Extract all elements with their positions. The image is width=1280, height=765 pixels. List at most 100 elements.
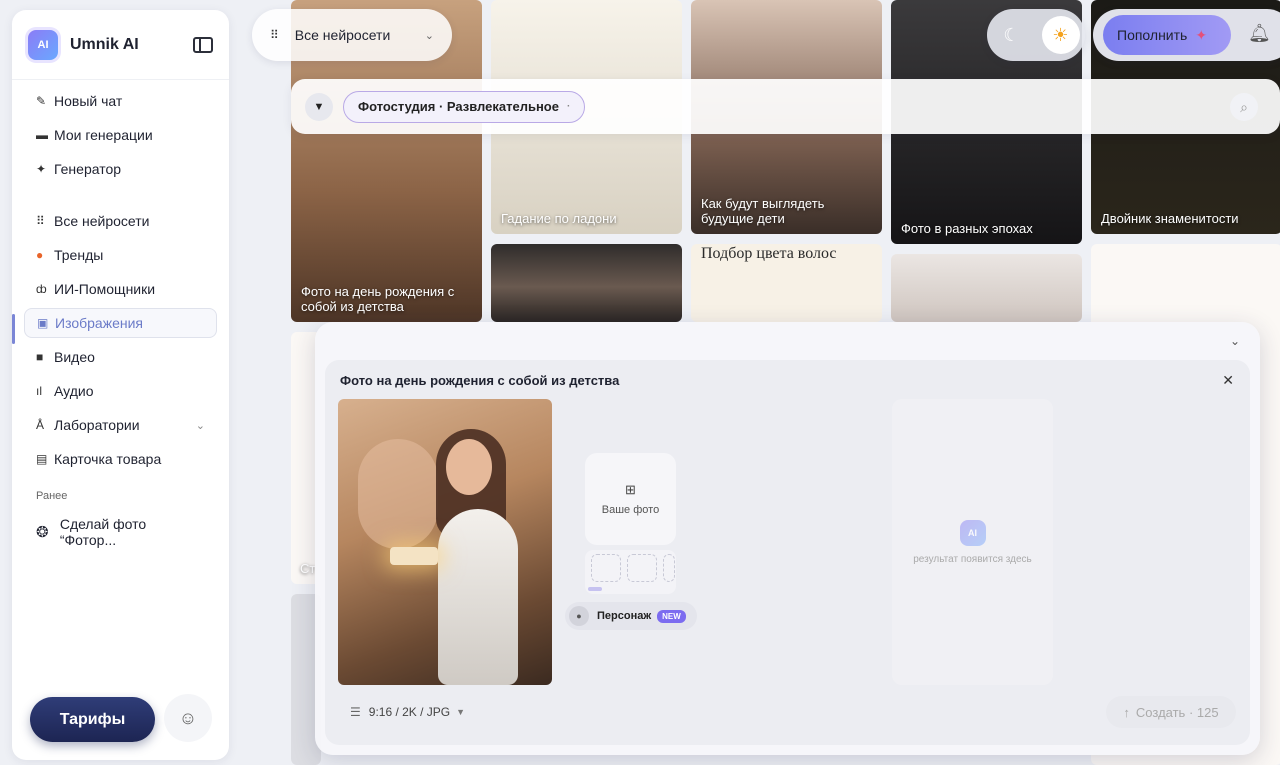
result-placeholder-text: результат появится здесь (913, 553, 1032, 565)
audio-wave-icon: ıl (36, 384, 42, 398)
pencil-icon: ✎ (36, 94, 47, 108)
nav-audio[interactable]: ıl Аудио (24, 376, 217, 406)
result-placeholder: AI результат появится здесь (892, 399, 1053, 685)
upload-photo-button[interactable]: ⊞ Ваше фото (585, 453, 676, 545)
user-icon: ☺ (178, 707, 198, 728)
fire-icon: ● (36, 248, 44, 262)
upload-label: Ваше фото (601, 504, 660, 516)
nav-label: Карточка товара (54, 451, 162, 467)
filter-bar: ▼ Фотостудия · Развлекательное · ⌕ (291, 79, 1280, 134)
output-settings-dropdown[interactable]: ☰ 9:16 / 2K / JPG ▼ (350, 705, 465, 719)
primary-nav: ✎ Новый чат ▬ Мои генерации ✦ Генератор … (12, 86, 229, 474)
logo-icon: AI (28, 29, 58, 60)
bell-icon[interactable]: 🔔︎ (1248, 23, 1271, 44)
create-label: Создать · 125 (1135, 704, 1219, 720)
robot-icon: ȸ (36, 282, 47, 296)
gallery-card[interactable] (491, 244, 682, 322)
preview-dress (438, 509, 518, 685)
nav-divider (24, 188, 217, 202)
ai-logo-icon: AI (959, 519, 986, 546)
nav-generator[interactable]: ✦ Генератор (24, 154, 217, 184)
card-caption: Ст (300, 561, 316, 576)
generation-panel: ⌄ Фото на день рождения с собой из детст… (315, 322, 1260, 755)
nav-label: ИИ-Помощники (54, 281, 156, 297)
gallery-card[interactable]: Подбор цвета волос (691, 244, 882, 322)
sparkle-icon: ✦ (1195, 26, 1208, 43)
topup-button[interactable]: Пополнить ✦ (1103, 15, 1231, 55)
user-icon: ● (569, 606, 589, 626)
recent-chat-item[interactable]: ❂ Сделай фото “Фотор... (12, 516, 229, 548)
output-settings-value: 9:16 / 2K / JPG (368, 705, 451, 719)
card-caption: Фото в разных эпохах (901, 221, 1033, 236)
search-icon: ⌕ (1240, 98, 1248, 115)
recent-chat-label: Сделай фото “Фотор... (59, 516, 147, 548)
example-preview-image (338, 399, 552, 685)
persona-label: Персонаж (597, 610, 652, 622)
profile-button[interactable]: ☺ (164, 694, 212, 742)
nav-label: Генератор (54, 161, 122, 177)
recent-section-title: Ранее (36, 490, 68, 502)
chevron-down-icon: ⌄ (195, 419, 205, 432)
openai-icon: ❂ (36, 524, 49, 541)
grid-icon: ⠿ (36, 214, 45, 228)
nav-labs[interactable]: Å Лаборатории ⌄ (24, 410, 217, 440)
dialog-title: Фото на день рождения с собой из детства (340, 373, 620, 388)
photo-slot[interactable] (627, 554, 657, 582)
photo-slot[interactable] (591, 554, 621, 582)
nav-images[interactable]: ▣ Изображения (24, 308, 217, 338)
preview-face (446, 439, 492, 495)
sparkle-icon: ✦ (36, 162, 47, 176)
theme-toggle[interactable]: ☾ ☀ (987, 9, 1085, 61)
generation-dialog: Фото на день рождения с собой из детства… (325, 360, 1250, 745)
folder-icon: ▬ (36, 128, 48, 142)
model-selector-label: Все нейросети (294, 27, 391, 43)
nav-new-chat[interactable]: ✎ Новый чат (24, 86, 217, 116)
nav-label: Видео (54, 349, 95, 365)
slot-scroll-indicator (588, 587, 602, 591)
card-icon: ▤ (36, 452, 48, 466)
sun-icon[interactable]: ☀ (1041, 16, 1080, 54)
sliders-icon: ☰ (350, 705, 361, 719)
persona-button[interactable]: ● Персонаж NEW (565, 602, 697, 630)
active-filter-chip[interactable]: Фотостудия · Развлекательное · (343, 90, 586, 123)
brand-name: Umnik AI (70, 35, 139, 53)
gallery-card[interactable] (891, 254, 1082, 322)
nav-trends[interactable]: ● Тренды (24, 240, 217, 270)
active-nav-indicator (12, 314, 15, 344)
chevron-down-icon[interactable]: ⌄ (1230, 334, 1240, 348)
preview-cake (390, 547, 438, 565)
nav-video[interactable]: ■ Видео (24, 342, 217, 372)
extra-photo-slots (585, 550, 676, 594)
filter-chip-dot: · (566, 101, 571, 112)
sidebar-toggle-icon[interactable] (193, 36, 213, 53)
nav-assistants[interactable]: ȸ ИИ-Помощники (24, 274, 217, 304)
nav-label: Мои генерации (54, 127, 153, 143)
photo-slot[interactable] (663, 554, 675, 582)
card-caption: Фото на день рождения с собой из детства (301, 284, 455, 314)
nav-my-generations[interactable]: ▬ Мои генерации (24, 120, 217, 150)
filter-chip-label: Фотостудия · Развлекательное (358, 99, 559, 114)
nav-label: Новый чат (54, 93, 123, 109)
card-caption: Подбор цвета волос (701, 245, 837, 262)
nav-label: Изображения (55, 315, 143, 331)
collapse-filters-button[interactable]: ▼ (305, 92, 333, 121)
search-button[interactable]: ⌕ (1230, 93, 1258, 121)
card-caption: Гадание по ладони (501, 211, 617, 226)
nav-product-card[interactable]: ▤ Карточка товара (24, 444, 217, 474)
nav-all-models[interactable]: ⠿ Все нейросети (24, 206, 217, 236)
account-actions: Пополнить ✦ 🔔︎ (1093, 9, 1280, 61)
close-icon[interactable]: ✕ (1222, 372, 1234, 389)
chevron-down-icon: ▼ (313, 100, 325, 113)
model-selector[interactable]: ⠿ Все нейросети ⌄ (252, 9, 452, 61)
chevron-down-icon: ▼ (456, 707, 466, 717)
flask-icon: Å (36, 418, 45, 432)
moon-icon[interactable]: ☾ (993, 16, 1031, 54)
tariffs-button[interactable]: Тарифы (30, 697, 155, 742)
card-caption: Двойник знаменитости (1101, 211, 1239, 226)
preview-child-figure (358, 439, 438, 549)
sidebar: AI Umnik AI ✎ Новый чат ▬ Мои генерации … (12, 10, 229, 760)
create-button[interactable]: ↑ Создать · 125 (1106, 696, 1236, 728)
new-badge: NEW (657, 609, 686, 623)
nav-label: Лаборатории (54, 417, 140, 433)
card-caption: Как будут выглядеть будущие дети (701, 196, 825, 226)
